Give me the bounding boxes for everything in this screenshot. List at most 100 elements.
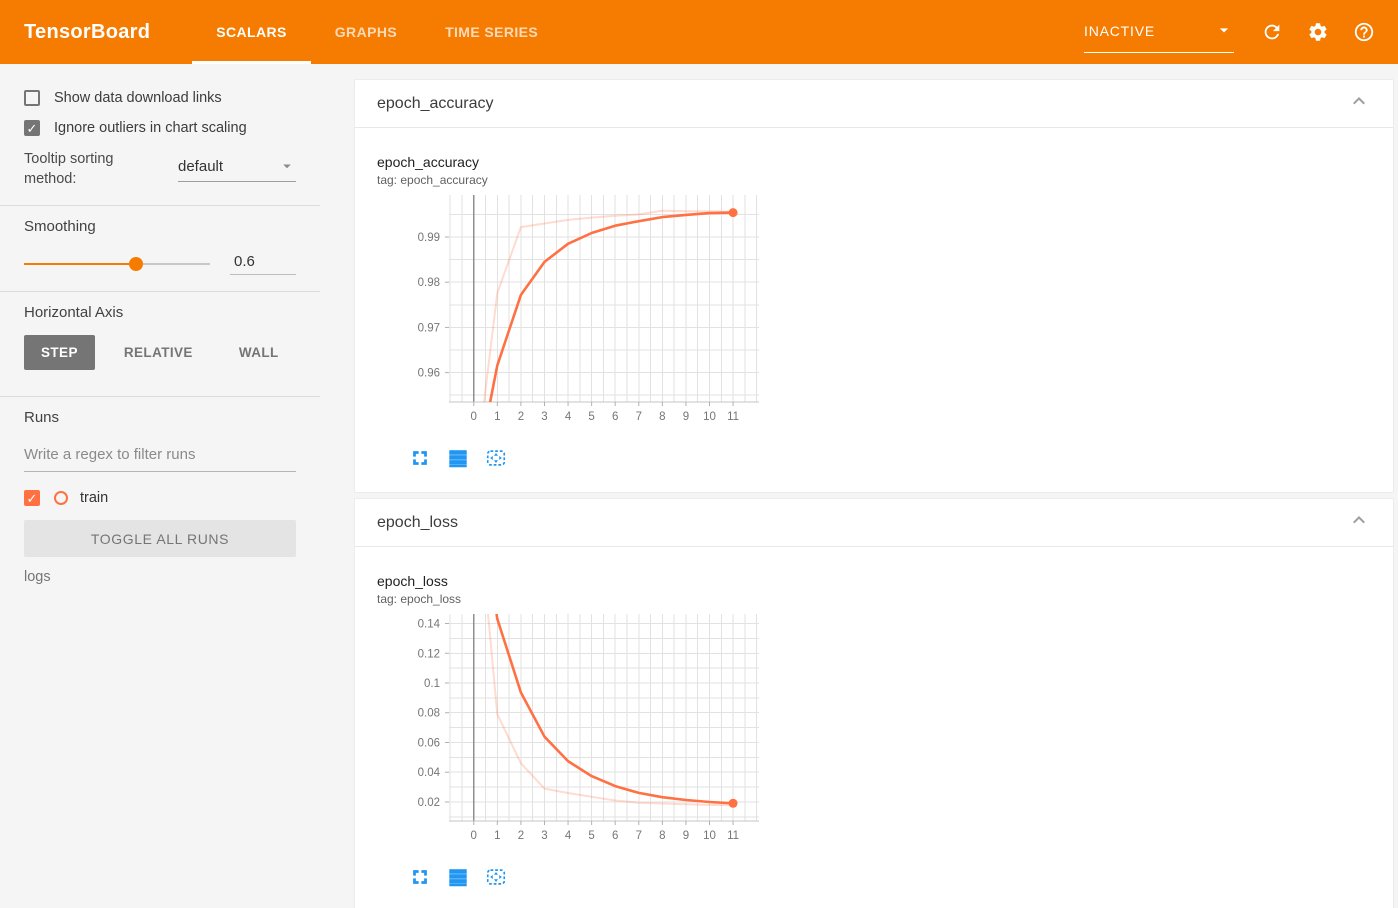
svg-text:0: 0 [471,411,477,423]
svg-text:10: 10 [703,830,716,842]
refresh-icon [1264,24,1280,40]
runs-directory-label: logs [24,569,51,586]
slider-fill [24,263,136,266]
run-label: train [80,490,109,507]
axis-wall-button[interactable]: WALL [222,335,296,370]
card-title: epoch_loss [377,513,458,531]
refresh-button[interactable] [1260,20,1284,44]
scalar-card-epoch-loss: epoch_loss epoch_loss tag: epoch_loss 0 1… [354,498,1394,908]
card-title: epoch_accuracy [377,94,494,112]
scalar-card-epoch-accuracy: epoch_accuracy epoch_accuracy tag: epoch… [354,79,1394,493]
settings-gear-icon [1309,23,1327,41]
line-chart[interactable]: 0 1 2 3 4 5 6 7 8 9 10 11 0.96 0.97 0.98 0.99 [377,191,1393,436]
status-dropdown[interactable]: INACTIVE [1084,20,1234,53]
chart-toolbar [409,865,1393,889]
tooltip-sorting-value: default [178,157,224,175]
smoothing-label: Smoothing [24,218,96,236]
svg-text:1: 1 [494,830,500,842]
tooltip-sorting-row: Tooltip sorting method: default [24,150,296,189]
run-item-train[interactable]: train [24,490,296,507]
checkbox-label: Ignore outliers in chart scaling [54,120,247,136]
run-color-swatch-icon [54,491,68,506]
svg-text:8: 8 [659,411,665,423]
slider-thumb[interactable] [128,257,143,272]
log-scale-icon[interactable] [447,865,473,889]
fit-domain-icon[interactable] [485,865,511,889]
smoothing-section: Smoothing 0.6 [0,206,320,293]
runs-label: Runs [24,409,60,427]
svg-text:9: 9 [683,411,689,423]
svg-text:1: 1 [494,411,500,423]
tab-graphs[interactable]: GRAPHS [311,0,421,64]
line-chart[interactable]: 0 1 2 3 4 5 6 7 8 9 10 11 0.02 0.04 0.06 0.08 0.1 0.12 0.1… [377,610,1393,855]
svg-text:9: 9 [683,830,689,842]
collapse-chevron-up-icon[interactable] [1347,508,1371,537]
smoothing-value[interactable]: 0.6 [230,253,296,276]
fit-domain-icon[interactable] [485,446,511,470]
svg-text:3: 3 [541,830,547,842]
caret-down-icon [283,164,291,169]
horizontal-axis-label: Horizontal Axis [24,304,124,322]
svg-text:7: 7 [636,830,642,842]
svg-text:4: 4 [565,830,572,842]
svg-text:6: 6 [612,411,618,423]
caret-down-icon [1214,20,1234,43]
svg-text:0.1: 0.1 [424,678,440,690]
svg-text:10: 10 [703,411,716,423]
card-body: epoch_loss tag: epoch_loss 0 1 2 3 4 5 6 7 8 9 10 1… [355,547,1393,908]
svg-text:11: 11 [727,411,739,423]
svg-text:5: 5 [588,830,594,842]
horizontal-axis-section: Horizontal Axis STEP RELATIVE WALL [0,292,320,398]
svg-text:2: 2 [518,830,524,842]
status-label: INACTIVE [1084,23,1155,39]
settings-sidebar: Show data download links Ignore outliers… [0,64,320,908]
svg-text:0.12: 0.12 [418,648,440,660]
chart-title: epoch_loss [377,573,448,589]
fullscreen-icon[interactable] [409,865,435,889]
show-download-links-checkbox-row[interactable]: Show data download links [24,90,296,106]
tab-time-series[interactable]: TIME SERIES [421,0,562,64]
settings-button[interactable] [1306,20,1330,44]
svg-text:8: 8 [659,830,665,842]
fullscreen-icon[interactable] [409,446,435,470]
chart-tag: tag: epoch_accuracy [377,173,488,187]
app-title: TensorBoard [24,20,151,43]
card-body: epoch_accuracy tag: epoch_accuracy 0 1 2 3 4… [355,128,1393,492]
card-header[interactable]: epoch_accuracy [355,80,1393,128]
header-actions: INACTIVE [1084,0,1398,64]
svg-text:0.96: 0.96 [418,368,440,380]
tab-scalars[interactable]: SCALARS [192,0,312,64]
svg-text:0.02: 0.02 [418,797,440,809]
svg-text:7: 7 [636,411,642,423]
tooltip-sorting-dropdown[interactable]: default [178,157,296,183]
svg-text:11: 11 [727,830,739,842]
toggle-all-runs-button[interactable]: TOGGLE ALL RUNS [24,520,296,558]
svg-text:3: 3 [541,411,547,423]
help-button[interactable] [1352,20,1376,44]
dashboard-main: epoch_accuracy epoch_accuracy tag: epoch… [320,64,1398,908]
chart-tag: tag: epoch_loss [377,592,462,606]
axis-button-group: STEP RELATIVE WALL [24,335,296,371]
svg-text:5: 5 [588,411,594,423]
svg-text:0: 0 [471,830,477,842]
svg-text:0.06: 0.06 [418,737,440,749]
chart-toolbar [409,446,1393,470]
log-scale-icon[interactable] [447,446,473,470]
axis-step-button[interactable]: STEP [24,335,95,371]
tooltip-sorting-label: Tooltip sorting method: [24,151,114,187]
checkbox-icon[interactable] [24,120,40,136]
run-checkbox-icon[interactable] [24,490,40,507]
svg-text:0.04: 0.04 [418,767,441,779]
svg-text:2: 2 [518,411,524,423]
ignore-outliers-checkbox-row[interactable]: Ignore outliers in chart scaling [24,120,296,136]
axis-relative-button[interactable]: RELATIVE [107,335,210,370]
checkbox-icon[interactable] [24,90,40,106]
runs-filter-input[interactable] [24,440,296,473]
smoothing-slider[interactable] [24,256,210,272]
svg-text:0.98: 0.98 [418,277,440,289]
card-header[interactable]: epoch_loss [355,499,1393,547]
collapse-chevron-up-icon[interactable] [1347,89,1371,118]
general-settings-section: Show data download links Ignore outliers… [0,78,320,207]
svg-text:0.14: 0.14 [418,619,441,631]
chart-title: epoch_accuracy [377,154,479,170]
